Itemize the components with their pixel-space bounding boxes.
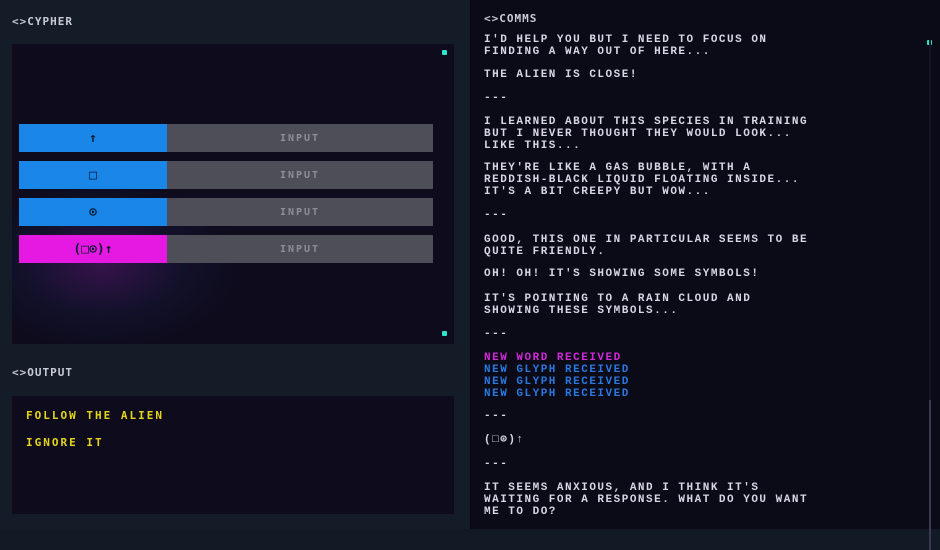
output-panel: FOLLOW THE ALIEN IGNORE IT bbox=[12, 396, 454, 514]
comms-divider: --- bbox=[484, 92, 509, 104]
glyph-cell-arrow-up: ↑ bbox=[19, 124, 167, 152]
cypher-row-4: (□⊙)↑ INPUT bbox=[19, 235, 433, 263]
comms-glyph-message: (□⊙)↑ bbox=[484, 434, 525, 446]
comms-message: GOOD, THIS ONE IN PARTICULAR SEEMS TO BE… bbox=[484, 234, 809, 258]
cypher-input-2[interactable]: INPUT bbox=[167, 161, 433, 189]
output-option-ignore[interactable]: IGNORE IT bbox=[26, 436, 104, 449]
cypher-input-3[interactable]: INPUT bbox=[167, 198, 433, 226]
comms-message: I'D HELP YOU BUT I NEED TO FOCUS ON FIND… bbox=[484, 34, 768, 58]
new-glyph-notice: NEW GLYPH RECEIVED bbox=[484, 364, 630, 376]
comms-divider: --- bbox=[484, 458, 509, 470]
cypher-row-2: □ INPUT bbox=[19, 161, 433, 189]
comms-message: IT SEEMS ANXIOUS, AND I THINK IT'S WAITI… bbox=[484, 482, 809, 518]
output-option-follow[interactable]: FOLLOW THE ALIEN bbox=[26, 409, 164, 422]
comms-message: THE ALIEN IS CLOSE! bbox=[484, 69, 638, 81]
output-title: <>OUTPUT bbox=[12, 366, 73, 379]
comms-pane: <>COMMS I'D HELP YOU BUT I NEED TO FOCUS… bbox=[470, 0, 940, 550]
cypher-input-4[interactable]: INPUT bbox=[167, 235, 433, 263]
glyph-cell-circle: ⊙ bbox=[19, 198, 167, 226]
new-glyph-notice: NEW GLYPH RECEIVED bbox=[484, 388, 630, 400]
comms-message: THEY'RE LIKE A GAS BUBBLE, WITH A REDDIS… bbox=[484, 162, 800, 198]
cypher-title: <>CYPHER bbox=[12, 15, 73, 28]
comms-divider: --- bbox=[484, 328, 509, 340]
comms-scrollbar[interactable] bbox=[929, 40, 931, 550]
scroll-top-marker[interactable] bbox=[442, 50, 447, 55]
cypher-input-1[interactable]: INPUT bbox=[167, 124, 433, 152]
comms-message: OH! OH! IT'S SHOWING SOME SYMBOLS! bbox=[484, 268, 760, 280]
cypher-panel: ↑ INPUT □ INPUT ⊙ INPUT (□⊙)↑ INPUT bbox=[12, 44, 454, 344]
comms-message: I LEARNED ABOUT THIS SPECIES IN TRAINING… bbox=[484, 116, 809, 152]
cypher-row-3: ⊙ INPUT bbox=[19, 198, 433, 226]
new-word-notice: NEW WORD RECEIVED bbox=[484, 352, 622, 364]
comms-title: <>COMMS bbox=[484, 12, 538, 25]
comms-message: IT'S POINTING TO A RAIN CLOUD AND SHOWIN… bbox=[484, 293, 752, 317]
cypher-row-1: ↑ INPUT bbox=[19, 124, 433, 152]
glyph-cell-word: (□⊙)↑ bbox=[19, 235, 167, 263]
glyph-cell-square: □ bbox=[19, 161, 167, 189]
comms-divider: --- bbox=[484, 209, 509, 221]
comms-scroll-thumb[interactable] bbox=[929, 400, 931, 550]
scroll-bottom-marker[interactable] bbox=[442, 331, 447, 336]
comms-divider: --- bbox=[484, 410, 509, 422]
new-glyph-notice: NEW GLYPH RECEIVED bbox=[484, 376, 630, 388]
left-pane: <>CYPHER ↑ INPUT □ INPUT ⊙ INPUT (□⊙)↑ I… bbox=[0, 0, 470, 529]
